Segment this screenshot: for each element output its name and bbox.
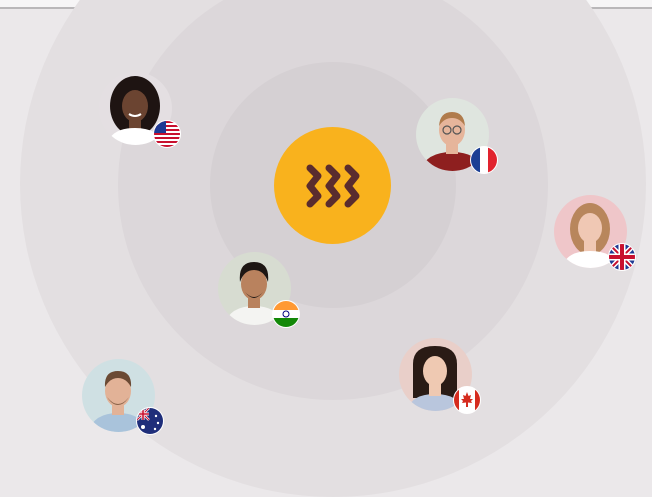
avatar-india[interactable]: [218, 252, 300, 328]
flag-uk-icon: [608, 243, 636, 271]
flag-australia-icon: [136, 407, 164, 435]
flag-india-icon: [272, 300, 300, 328]
flag-usa-icon: [153, 120, 181, 148]
flag-france-icon: [470, 146, 498, 174]
avatar-usa[interactable]: [99, 72, 181, 148]
brand-logo-icon: [306, 164, 359, 207]
brand-logo: [274, 127, 391, 244]
avatar-uk[interactable]: [554, 195, 636, 271]
flag-canada-icon: [453, 386, 481, 414]
avatar-france[interactable]: [416, 98, 498, 174]
avatar-canada[interactable]: [399, 338, 481, 414]
avatar-australia[interactable]: [82, 359, 164, 435]
